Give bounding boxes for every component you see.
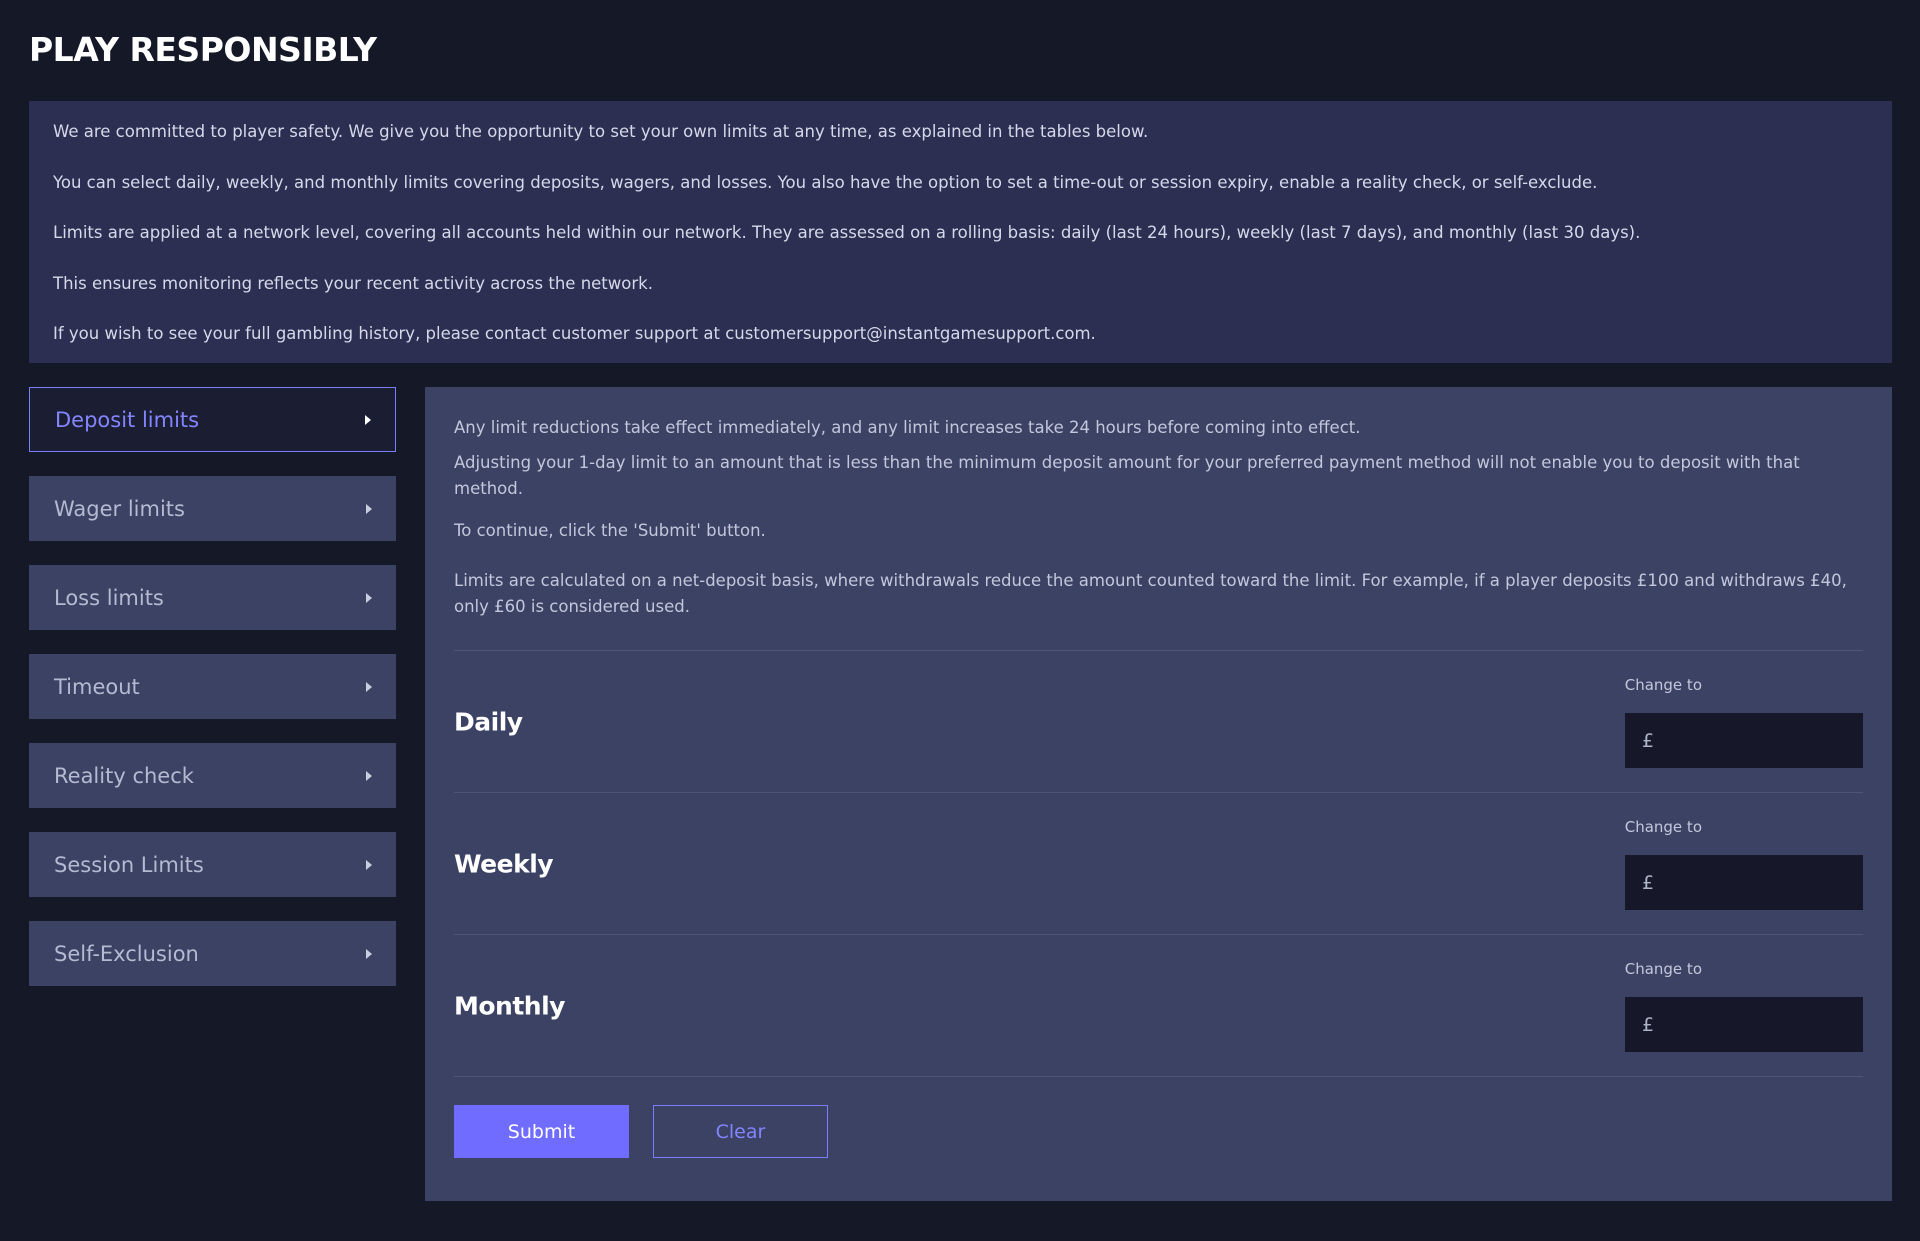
limit-row-monthly: Monthly Change to £ [454,935,1886,1076]
intro-paragraph: You can select daily, weekly, and monthl… [53,172,1598,192]
clear-button[interactable]: Clear [653,1105,828,1158]
daily-limit-field[interactable]: £ [1625,713,1886,768]
sidebar-item-label: Wager limits [54,496,185,521]
chevron-right-icon [366,503,372,514]
sidebar-item-wager-limits[interactable]: Wager limits [29,476,396,541]
limit-name: Daily [454,707,523,736]
monthly-limit-input[interactable] [1660,997,1886,1052]
chevron-right-icon [366,770,372,781]
sidebar-item-label: Session Limits [54,852,204,877]
daily-limit-input[interactable] [1660,713,1886,768]
limit-name: Weekly [454,849,554,878]
intro-paragraph: Limits are applied at a network level, c… [53,223,1641,242]
sidebar-item-label: Deposit limits [55,407,200,432]
sidebar-item-reality-check[interactable]: Reality check [29,743,396,808]
info-paragraph: Adjusting your 1-day limit to an amount … [454,453,1800,498]
sidebar-item-label: Loss limits [54,585,164,610]
sidebar-item-timeout[interactable]: Timeout [29,654,396,719]
change-to-label: Change to [1624,818,1702,836]
submit-button[interactable]: Submit [454,1105,629,1158]
sidebar-item-loss-limits[interactable]: Loss limits [29,565,396,630]
divider [454,1076,1863,1077]
info-paragraph: Any limit reductions take effect immedia… [454,418,1361,437]
weekly-limit-input[interactable] [1660,855,1886,910]
form-actions: Submit Clear [454,1105,1863,1158]
chevron-right-icon [365,414,371,425]
pound-icon: £ [1642,1013,1655,1036]
limit-name: Monthly [454,991,565,1020]
change-to-label: Change to [1624,676,1702,694]
pound-icon: £ [1642,729,1655,752]
deposit-limits-panel: Any limit reductions take effect immedia… [425,387,1892,1201]
limit-row-weekly: Weekly Change to £ [454,793,1886,934]
chevron-right-icon [366,859,372,870]
sidebar-item-label: Reality check [54,763,194,788]
info-paragraph: To continue, click the 'Submit' button. [454,521,766,540]
chevron-right-icon [366,681,372,692]
sidebar-item-self-exclusion[interactable]: Self-Exclusion [29,921,396,986]
sidebar-item-deposit-limits[interactable]: Deposit limits [29,387,396,452]
sidebar-item-session-limits[interactable]: Session Limits [29,832,396,897]
change-to-label: Change to [1624,960,1702,978]
pound-icon: £ [1642,871,1655,894]
sidebar-item-label: Self-Exclusion [54,941,199,966]
chevron-right-icon [366,592,372,603]
page-title: PLAY RESPONSIBLY [29,30,377,69]
intro-paragraph: This ensures monitoring reflects your re… [53,273,653,293]
chevron-right-icon [366,948,372,959]
monthly-limit-field[interactable]: £ [1625,997,1886,1052]
info-paragraph: Limits are calculated on a net-deposit b… [454,571,1847,616]
weekly-limit-field[interactable]: £ [1625,855,1886,910]
intro-paragraph: If you wish to see your full gambling hi… [53,324,1096,343]
sidebar-item-label: Timeout [54,674,140,699]
limit-row-daily: Daily Change to £ [454,651,1886,792]
panel-info: Any limit reductions take effect immedia… [454,415,1863,620]
intro-paragraph: We are committed to player safety. We gi… [53,122,1149,141]
intro-box: We are committed to player safety. We gi… [29,101,1892,363]
sidebar: Deposit limits Wager limits Loss limits … [29,387,396,1010]
